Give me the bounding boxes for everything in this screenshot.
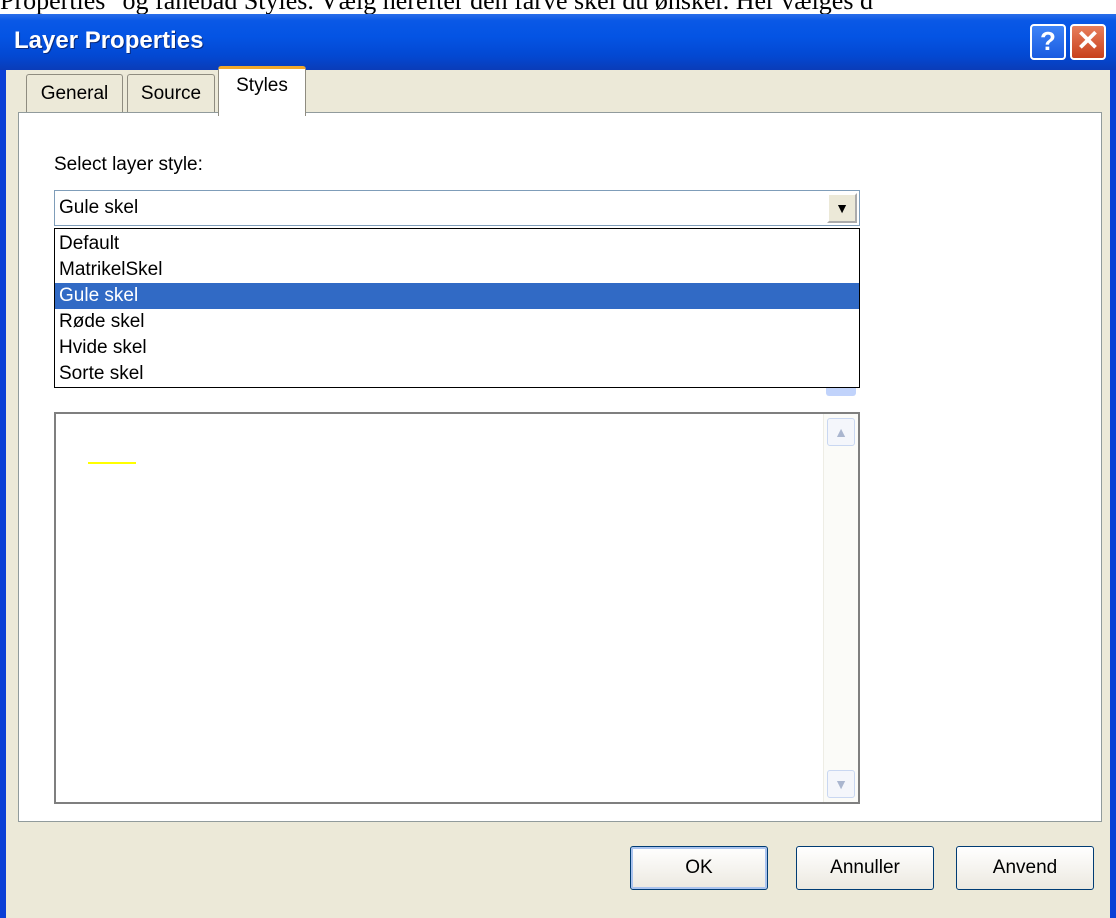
scroll-down-arrow-icon[interactable]: ▼ bbox=[827, 770, 855, 798]
style-option-sorte-skel[interactable]: Sorte skel bbox=[55, 361, 859, 387]
select-layer-style-label: Select layer style: bbox=[54, 154, 203, 175]
tab-source[interactable]: Source bbox=[127, 74, 215, 112]
tab-general[interactable]: General bbox=[26, 74, 123, 112]
chevron-down-icon[interactable]: ▼ bbox=[827, 193, 857, 223]
window-title: Layer Properties bbox=[14, 27, 204, 54]
ok-button[interactable]: OK bbox=[630, 846, 768, 890]
layer-style-select[interactable]: Gule skel ▼ bbox=[54, 190, 860, 226]
selected-style-value: Gule skel bbox=[59, 197, 139, 218]
style-option-hvide-skel[interactable]: Hvide skel bbox=[55, 335, 859, 361]
yellow-line-symbol bbox=[88, 462, 136, 464]
preview-scrollbar[interactable]: ▲ ▼ bbox=[823, 414, 858, 802]
tab-styles[interactable]: Styles bbox=[218, 66, 306, 116]
style-option-matrikelskel[interactable]: MatrikelSkel bbox=[55, 257, 859, 283]
apply-button[interactable]: Anvend bbox=[956, 846, 1094, 890]
style-option-default[interactable]: Default bbox=[55, 231, 859, 257]
title-bar[interactable]: Layer Properties ? ✕ bbox=[0, 14, 1116, 70]
close-button[interactable]: ✕ bbox=[1070, 24, 1106, 60]
style-option-rode-skel[interactable]: Røde skel bbox=[55, 309, 859, 335]
cancel-button[interactable]: Annuller bbox=[796, 846, 934, 890]
style-option-gule-skel[interactable]: Gule skel bbox=[55, 283, 859, 309]
scroll-up-arrow-icon[interactable]: ▲ bbox=[827, 418, 855, 446]
layer-style-dropdown-list[interactable]: Default MatrikelSkel Gule skel Røde skel… bbox=[54, 228, 860, 388]
help-button[interactable]: ? bbox=[1030, 24, 1066, 60]
document-text-line: Properties" og fanebad Styles. Vælg here… bbox=[0, 0, 1116, 14]
style-preview-box: ▲ ▼ bbox=[54, 412, 860, 804]
